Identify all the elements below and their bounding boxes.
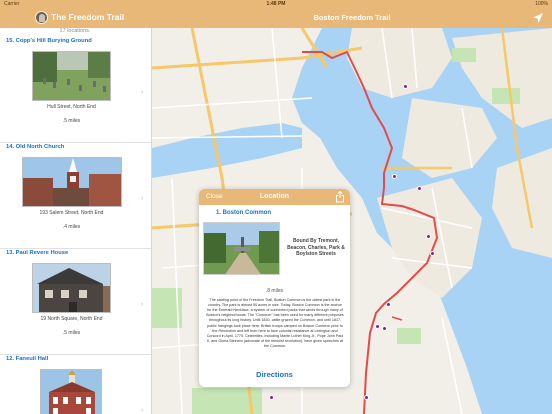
chevron-right-icon: › (141, 301, 144, 308)
location-photo (22, 157, 122, 207)
trail-pin[interactable] (375, 324, 380, 329)
status-time: 1:48 PM (266, 1, 286, 7)
location-count: 17 locations. (59, 28, 91, 34)
location-item-old-north-church[interactable]: 14. Old North Church 193 Salem Street, N… (0, 143, 151, 249)
location-photo (203, 222, 280, 275)
trail-pin[interactable] (382, 326, 387, 331)
trail-pin[interactable] (269, 395, 274, 400)
location-title: 12. Faneuil Hall (6, 356, 49, 362)
location-item-paul-revere-house[interactable]: 13. Paul Revere House 19 North Square, N… (0, 249, 151, 355)
directions-button[interactable]: Directions (199, 370, 350, 379)
chevron-right-icon: › (141, 407, 144, 414)
location-distance: .5 miles (62, 330, 81, 336)
trail-pin[interactable] (430, 251, 435, 256)
location-bound-streets: Bound By Tremont, Beacon, Charles, Park … (287, 238, 345, 257)
location-name: 1. Boston Common (216, 210, 271, 216)
share-icon[interactable] (335, 191, 345, 203)
map-title: Boston Freedom Trail (313, 13, 391, 22)
location-popover: Close Location 1. Boston Common Bound By… (199, 189, 350, 387)
location-photo (32, 51, 111, 101)
location-photo (40, 369, 102, 414)
locations-sidebar[interactable]: 17 locations. 15. Copp's Hill Burying Gr… (0, 28, 152, 414)
location-title: 15. Copp's Hill Burying Ground (6, 38, 92, 44)
location-address: 193 Salem Street, North End (39, 210, 104, 216)
location-description: The starting point of the Freedom Trail,… (206, 298, 344, 348)
app-avatar[interactable] (35, 11, 48, 24)
location-arrow-icon[interactable] (532, 12, 544, 24)
location-title: 14. Old North Church (6, 144, 65, 150)
sidebar-header: The Freedom Trail (0, 8, 152, 28)
location-item-copps-hill[interactable]: 15. Copp's Hill Burying Ground Hull Stre… (0, 37, 151, 143)
location-distance: .4 miles (62, 224, 81, 230)
location-title: 13. Paul Revere House (6, 250, 69, 256)
navigation-bar: The Freedom Trail Boston Freedom Trail (0, 8, 552, 28)
popover-header: Close Location (199, 189, 350, 205)
location-address: Hull Street, North End (47, 104, 96, 110)
trail-pin[interactable] (392, 174, 397, 179)
status-bar: Carrier 1:48 PM 100% (0, 0, 552, 8)
popover-title: Location (259, 193, 290, 200)
location-address: 19 North Square, North End (40, 316, 103, 322)
location-item-faneuil-hall[interactable]: 12. Faneuil Hall › (0, 355, 151, 414)
trail-pin[interactable] (403, 84, 408, 89)
trail-pin[interactable] (386, 302, 391, 307)
location-distance: .5 miles (62, 118, 81, 124)
trail-pin[interactable] (417, 186, 422, 191)
chevron-right-icon: › (141, 195, 144, 202)
chevron-right-icon: › (141, 89, 144, 96)
trail-pin[interactable] (426, 234, 431, 239)
trail-pin[interactable] (364, 395, 369, 400)
location-distance: .8 miles (265, 288, 284, 294)
location-photo (32, 263, 111, 313)
battery-label: 100% (535, 1, 548, 7)
app-title: The Freedom Trail (51, 12, 125, 22)
